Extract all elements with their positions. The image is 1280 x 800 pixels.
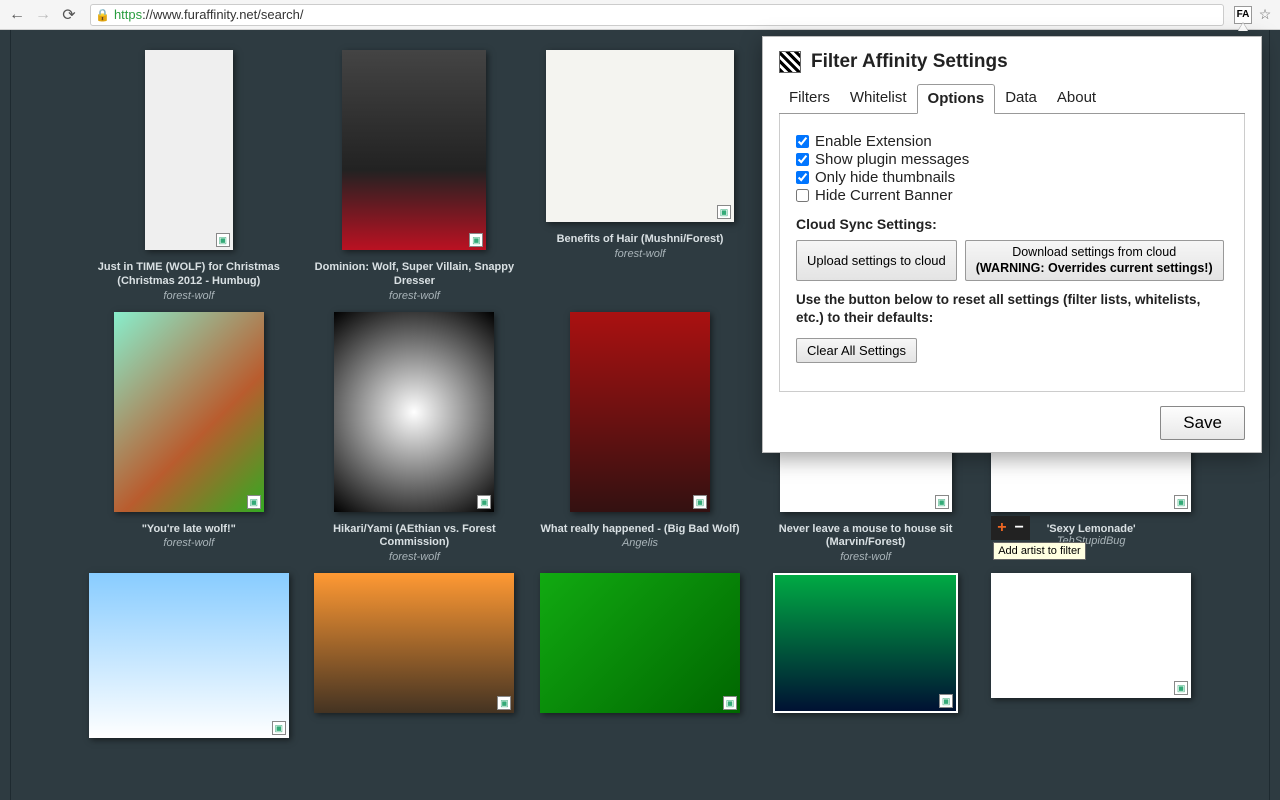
cloud-sync-buttons: Upload settings to cloud Download settin…	[796, 240, 1228, 281]
forward-button[interactable]: →	[32, 4, 54, 26]
gallery-item[interactable]: ▣ Just in TIME (WOLF) for Christmas (Chr…	[89, 50, 289, 302]
popup-header: Filter Affinity Settings	[779, 51, 1245, 73]
thumbnail[interactable]: ▣	[991, 573, 1191, 698]
gallery-item[interactable]: ▣	[89, 573, 289, 743]
cloud-sync-heading: Cloud Sync Settings:	[796, 216, 1228, 232]
item-title: "You're late wolf!"	[89, 523, 289, 537]
thumbnail[interactable]: ▣	[314, 573, 514, 713]
checkbox[interactable]	[796, 171, 809, 184]
gallery-item[interactable]: ▣ "You're late wolf!" forest-wolf	[89, 312, 289, 564]
thumbnail[interactable]: ▣	[114, 312, 264, 512]
badge-icon: ▣	[477, 495, 491, 509]
item-author[interactable]: Angelis	[540, 537, 740, 549]
back-button[interactable]: ←	[6, 4, 28, 26]
badge-icon: ▣	[1174, 495, 1188, 509]
item-author[interactable]: forest-wolf	[540, 248, 740, 260]
checkbox[interactable]	[796, 135, 809, 148]
add-filter-icon[interactable]: +	[997, 519, 1006, 537]
thumbnail[interactable]: ▣	[342, 50, 486, 250]
thumbnail[interactable]: ▣	[546, 50, 734, 222]
option-show-messages[interactable]: Show plugin messages	[796, 151, 1228, 168]
option-enable-extension[interactable]: Enable Extension	[796, 133, 1228, 150]
checkbox[interactable]	[796, 189, 809, 202]
item-author[interactable]: forest-wolf	[314, 290, 514, 302]
download-settings-button[interactable]: Download settings from cloud (WARNING: O…	[965, 240, 1224, 281]
badge-icon: ▣	[272, 721, 286, 735]
tab-data[interactable]: Data	[995, 84, 1047, 114]
gallery-item[interactable]: ▣ Hikari/Yami (AEthian vs. Forest Commis…	[314, 312, 514, 564]
item-author[interactable]: forest-wolf	[89, 290, 289, 302]
tab-filters[interactable]: Filters	[779, 84, 840, 114]
thumbnail[interactable]: ▣	[570, 312, 710, 512]
tab-about[interactable]: About	[1047, 84, 1106, 114]
thumbnail[interactable]: ▣	[540, 573, 740, 713]
download-warning: (WARNING: Overrides current settings!)	[976, 261, 1213, 277]
gallery-item[interactable]: ▣	[540, 573, 740, 743]
popup-tabs: Filters Whitelist Options Data About	[779, 83, 1245, 114]
badge-icon: ▣	[935, 495, 949, 509]
extension-logo-icon	[779, 51, 801, 73]
save-row: Save	[779, 406, 1245, 440]
checkbox-label: Enable Extension	[815, 133, 932, 150]
upload-settings-button[interactable]: Upload settings to cloud	[796, 240, 957, 281]
reload-button[interactable]: ⟳	[58, 4, 80, 26]
gallery-item[interactable]: ▣ Dominion: Wolf, Super Villain, Snappy …	[314, 50, 514, 302]
extension-popup: Filter Affinity Settings Filters Whiteli…	[762, 36, 1262, 453]
badge-icon: ▣	[717, 205, 731, 219]
thumbnail[interactable]: ▣	[334, 312, 494, 512]
options-panel: Enable Extension Show plugin messages On…	[779, 114, 1245, 392]
thumbnail[interactable]: ▣	[773, 573, 958, 713]
download-line1: Download settings from cloud	[976, 245, 1213, 261]
option-hide-banner[interactable]: Hide Current Banner	[796, 187, 1228, 204]
url-text: https://www.furaffinity.net/search/	[114, 7, 1219, 22]
gallery-item[interactable]: ▣ Benefits of Hair (Mushni/Forest) fores…	[540, 50, 740, 302]
badge-icon: ▣	[693, 495, 707, 509]
badge-icon: ▣	[247, 495, 261, 509]
gallery-item[interactable]: ▣	[766, 573, 966, 743]
popup-title: Filter Affinity Settings	[811, 51, 1008, 73]
filter-overlay: + −	[991, 516, 1030, 540]
item-title: Dominion: Wolf, Super Villain, Snappy Dr…	[314, 261, 514, 289]
lock-icon: 🔒	[95, 8, 110, 22]
save-button[interactable]: Save	[1160, 406, 1245, 440]
checkbox-label: Only hide thumbnails	[815, 169, 955, 186]
badge-icon: ▣	[216, 233, 230, 247]
bookmark-star-icon[interactable]: ☆	[1256, 6, 1274, 24]
tab-options[interactable]: Options	[917, 84, 996, 114]
thumbnail[interactable]: ▣	[89, 573, 289, 738]
extension-icon[interactable]: FA	[1234, 6, 1252, 24]
tooltip: Add artist to filter	[993, 542, 1086, 560]
gallery-item[interactable]: ▣	[314, 573, 514, 743]
item-title: Hikari/Yami (AEthian vs. Forest Commissi…	[314, 523, 514, 551]
item-author[interactable]: forest-wolf	[89, 537, 289, 549]
checkbox-label: Show plugin messages	[815, 151, 969, 168]
checkbox[interactable]	[796, 153, 809, 166]
tab-whitelist[interactable]: Whitelist	[840, 84, 917, 114]
item-author[interactable]: forest-wolf	[766, 551, 966, 563]
thumbnail[interactable]: ▣	[145, 50, 233, 250]
clear-all-settings-button[interactable]: Clear All Settings	[796, 338, 917, 363]
checkbox-label: Hide Current Banner	[815, 187, 953, 204]
item-title: Never leave a mouse to house sit (Marvin…	[766, 523, 966, 551]
item-title: Benefits of Hair (Mushni/Forest)	[540, 233, 740, 247]
option-only-hide-thumbnails[interactable]: Only hide thumbnails	[796, 169, 1228, 186]
badge-icon: ▣	[723, 696, 737, 710]
remove-filter-icon[interactable]: −	[1015, 519, 1024, 537]
item-title: What really happened - (Big Bad Wolf)	[540, 523, 740, 537]
reset-instructions: Use the button below to reset all settin…	[796, 291, 1228, 327]
gallery-item[interactable]: ▣ What really happened - (Big Bad Wolf) …	[540, 312, 740, 564]
badge-icon: ▣	[1174, 681, 1188, 695]
badge-icon: ▣	[497, 696, 511, 710]
item-title: Just in TIME (WOLF) for Christmas (Chris…	[89, 261, 289, 289]
browser-toolbar: ← → ⟳ 🔒 https://www.furaffinity.net/sear…	[0, 0, 1280, 30]
badge-icon: ▣	[939, 694, 953, 708]
address-bar[interactable]: 🔒 https://www.furaffinity.net/search/	[90, 4, 1224, 26]
badge-icon: ▣	[469, 233, 483, 247]
gallery-item[interactable]: ▣	[991, 573, 1191, 743]
item-author[interactable]: forest-wolf	[314, 551, 514, 563]
